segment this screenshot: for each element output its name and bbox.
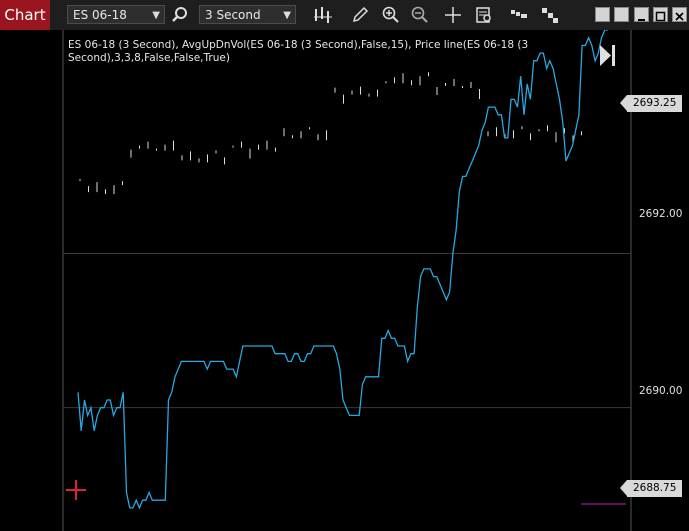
- search-icon[interactable]: [170, 5, 190, 25]
- zoom-in-icon[interactable]: [381, 5, 401, 25]
- maximize-icon[interactable]: [653, 7, 668, 22]
- instrument-label: ES 06-18: [73, 8, 127, 22]
- bar-type-icon[interactable]: [313, 5, 333, 25]
- price-badge-high: 2693.25: [619, 95, 683, 112]
- grid-layer: [63, 253, 631, 409]
- crosshair-cursor: [66, 480, 86, 500]
- price-axis-label: 2692.00: [639, 208, 683, 220]
- crosshair-icon[interactable]: [443, 5, 463, 25]
- strategies-icon[interactable]: [540, 5, 560, 25]
- chart-toolbar: Chart ES 06-18 ▼ 3 Second ▼: [0, 0, 689, 30]
- indicator-label: ES 06-18 (3 Second), AvgUpDnVol(ES 06-18…: [68, 39, 529, 64]
- chevron-down-icon: ▼: [283, 10, 291, 21]
- close-icon[interactable]: [672, 7, 687, 22]
- interval-label: 3 Second: [205, 8, 261, 22]
- chevron-down-icon: ▼: [152, 10, 160, 21]
- price-chart[interactable]: [0, 30, 689, 531]
- chart-tab[interactable]: Chart: [0, 0, 50, 30]
- price-badge-last: 2688.75: [619, 480, 683, 497]
- data-box-icon[interactable]: [474, 5, 494, 25]
- price-axis-label: 2690.00: [639, 385, 683, 397]
- zoom-out-icon[interactable]: [410, 5, 430, 25]
- interval-selector[interactable]: 3 Second ▼: [199, 5, 296, 24]
- chart-trader-icon[interactable]: [509, 5, 529, 25]
- price-bars-layer: [79, 72, 582, 195]
- scroll-end-icon[interactable]: [600, 45, 615, 66]
- pencil-icon[interactable]: [350, 5, 370, 25]
- minimize-icon[interactable]: [634, 7, 649, 22]
- chart-panel[interactable]: ES 06-18 (3 Second), AvgUpDnVol(ES 06-18…: [0, 30, 689, 531]
- tile-icon[interactable]: [614, 7, 629, 22]
- instrument-selector[interactable]: ES 06-18 ▼: [67, 5, 165, 24]
- tile-icon[interactable]: [595, 7, 610, 22]
